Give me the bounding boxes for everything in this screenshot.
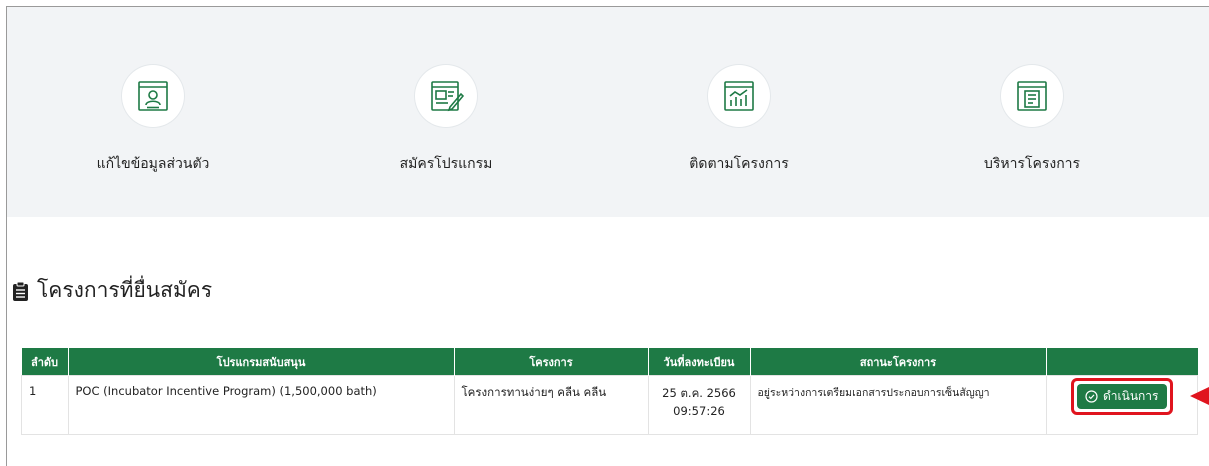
applications-table: ลำดับ โปรแกรมสนับสนุน โครงการ วันที่ลงทะ… [21, 348, 1198, 435]
cell-project-link[interactable]: โครงการทานง่ายๆ คลีน คลีน [453, 375, 649, 435]
cell-action: ดำเนินการ [1045, 375, 1198, 435]
profile-icon [122, 65, 184, 127]
table-header-row: ลำดับ โปรแกรมสนับสนุน โครงการ วันที่ลงทะ… [21, 348, 1198, 376]
col-header-no[interactable]: ลำดับ [21, 348, 69, 376]
cell-program: POC (Incubator Incentive Program) (1,500… [67, 375, 455, 435]
red-pointer-arrow [1190, 387, 1209, 405]
proceed-button-label: ดำเนินการ [1103, 389, 1159, 403]
col-header-project[interactable]: โครงการ [454, 348, 649, 376]
project-document-icon [1001, 65, 1063, 127]
table-row: 1 POC (Incubator Incentive Program) (1,5… [21, 375, 1198, 435]
proceed-button[interactable]: ดำเนินการ [1077, 384, 1167, 409]
cell-no: 1 [21, 375, 69, 435]
col-header-status[interactable]: สถานะโครงการ [750, 348, 1047, 376]
tracking-chart-icon [708, 65, 770, 127]
section-title: โครงการที่ยื่นสมัคร [12, 274, 212, 307]
section-title-text: โครงการที่ยื่นสมัคร [37, 278, 213, 302]
registration-date: 25 ต.ค. 2566 [662, 386, 736, 400]
application-form-icon [415, 65, 477, 127]
menu-item-track-project[interactable]: ติดตามโครงการ [619, 65, 859, 175]
col-header-date[interactable]: วันที่ลงทะเบียน [648, 348, 751, 376]
cell-status: อยู่ระหว่างการเตรียมเอกสารประกอบการเซ็นส… [749, 375, 1047, 435]
menu-label: ติดตามโครงการ [689, 156, 789, 172]
col-header-action [1046, 348, 1198, 376]
cell-date: 25 ต.ค. 2566 09:57:26 [647, 375, 751, 435]
menu-label: สมัครโปรแกรม [399, 156, 493, 172]
col-header-program[interactable]: โปรแกรมสนับสนุน [68, 348, 455, 376]
menu-label: บริหารโครงการ [983, 156, 1081, 172]
menu-item-edit-profile[interactable]: แก้ไขข้อมูลส่วนตัว [33, 65, 273, 175]
action-highlight: ดำเนินการ [1071, 378, 1173, 415]
registration-time: 09:57:26 [673, 404, 725, 418]
menu-label: แก้ไขข้อมูลส่วนตัว [96, 156, 210, 172]
menu-item-apply-program[interactable]: สมัครโปรแกรม [326, 65, 566, 175]
clipboard-icon [13, 281, 28, 301]
menu-item-manage-project[interactable]: บริหารโครงการ [912, 65, 1152, 175]
check-circle-icon [1085, 390, 1098, 403]
